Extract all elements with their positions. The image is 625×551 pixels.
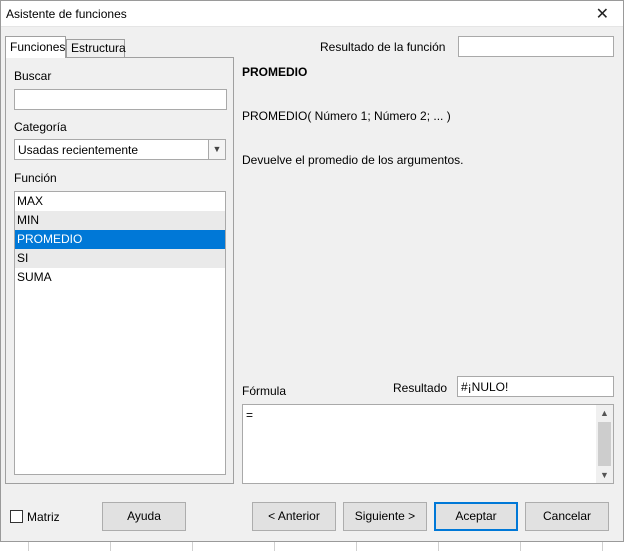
grid-line [438, 542, 439, 551]
chevron-down-icon[interactable]: ▼ [208, 140, 225, 159]
search-input[interactable] [14, 89, 227, 110]
window-title: Asistente de funciones [6, 7, 127, 21]
matrix-checkbox[interactable] [10, 510, 23, 523]
function-result-field[interactable] [458, 36, 614, 57]
list-item-max[interactable]: MAX [15, 192, 225, 211]
category-value: Usadas recientemente [18, 143, 139, 157]
help-button[interactable]: Ayuda [102, 502, 186, 531]
grid-line [192, 542, 193, 551]
grid-line [602, 542, 603, 551]
formula-editor[interactable]: = ▲ ▼ [242, 404, 614, 484]
grid-line [356, 542, 357, 551]
result-label: Resultado [393, 381, 448, 395]
formula-label: Fórmula [242, 384, 287, 398]
grid-line [28, 542, 29, 551]
list-item-promedio[interactable]: PROMEDIO [15, 230, 225, 249]
function-list[interactable]: MAX MIN PROMEDIO SI SUMA [14, 191, 226, 475]
tab-funciones[interactable]: Funciones [5, 36, 66, 58]
tab-funciones-label: Funciones [10, 40, 66, 54]
chevron-down-icon[interactable]: ▼ [596, 467, 613, 483]
title-bar: Asistente de funciones ✕ [1, 1, 623, 27]
scrollbar-thumb[interactable] [598, 422, 611, 466]
formula-scrollbar[interactable]: ▲ ▼ [596, 405, 613, 483]
ok-button[interactable]: Aceptar [434, 502, 518, 531]
list-item-min[interactable]: MIN [15, 211, 225, 230]
grid-line [110, 542, 111, 551]
spreadsheet-grid-background [0, 542, 625, 551]
cancel-button[interactable]: Cancelar [525, 502, 609, 531]
tab-estructura-label: Estructura [71, 41, 126, 55]
function-signature: PROMEDIO( Número 1; Número 2; ... ) [242, 109, 451, 123]
formula-text: = [246, 408, 254, 422]
functions-tab-panel: Buscar Categoría Usadas recientemente ▼ … [5, 57, 234, 484]
tab-estructura[interactable]: Estructura [66, 39, 126, 58]
chevron-up-icon[interactable]: ▲ [596, 405, 613, 421]
list-item-suma[interactable]: SUMA [15, 268, 225, 287]
category-select[interactable]: Usadas recientemente ▼ [14, 139, 226, 160]
function-label: Función [14, 171, 57, 185]
category-label: Categoría [14, 120, 67, 134]
function-description: Devuelve el promedio de los argumentos. [242, 153, 464, 167]
result-field[interactable] [457, 376, 614, 397]
list-item-si[interactable]: SI [15, 249, 225, 268]
previous-button[interactable]: < Anterior [252, 502, 336, 531]
function-name: PROMEDIO [242, 65, 308, 79]
next-button[interactable]: Siguiente > [343, 502, 427, 531]
close-icon[interactable]: ✕ [596, 4, 609, 24]
search-label: Buscar [14, 69, 52, 83]
grid-line [520, 542, 521, 551]
matrix-label[interactable]: Matriz [27, 510, 60, 524]
function-result-label: Resultado de la función [320, 40, 446, 54]
function-wizard-dialog: Asistente de funciones ✕ Funciones Estru… [0, 0, 624, 542]
grid-line [274, 542, 275, 551]
